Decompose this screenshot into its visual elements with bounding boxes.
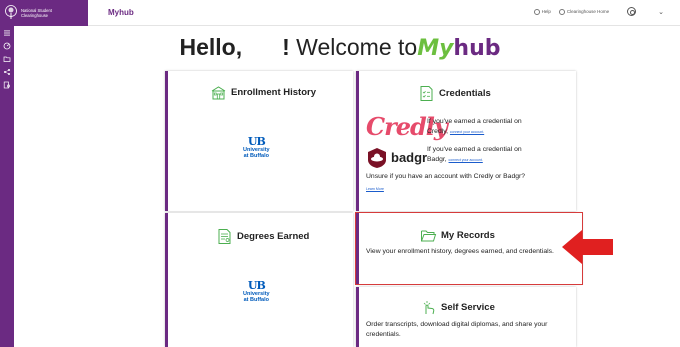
learn-more-link[interactable]: Learn More	[366, 187, 384, 191]
home-icon	[558, 8, 565, 15]
diploma-document-icon	[218, 229, 231, 244]
credly-description: If you've earned a credential on Credly,…	[427, 118, 522, 135]
clearinghouse-home-link[interactable]: Clearinghouse Home	[558, 8, 610, 15]
welcome-heading: Hello,! Welcome toMyhub	[0, 34, 680, 61]
badgr-connect-link[interactable]: connect your account.	[449, 158, 483, 162]
enrollment-history-title[interactable]: Enrollment History	[210, 84, 316, 101]
user-account-icon[interactable]	[627, 7, 637, 16]
badgr-logo: badgr	[391, 150, 428, 165]
app-title: Myhub	[108, 8, 134, 17]
brand-my: My	[417, 36, 454, 61]
share-icon[interactable]	[3, 68, 11, 76]
unsure-account-text: Unsure if you have an account with Credl…	[366, 173, 526, 180]
clearinghouse-home-label: Clearinghouse Home	[566, 9, 610, 14]
university-at-buffalo-logo: UB University at Buffalo	[243, 135, 270, 159]
hand-pointer-icon	[423, 301, 435, 315]
self-service-description: Order transcripts, download digital dipl…	[366, 321, 548, 338]
red-arrow-icon	[562, 230, 613, 264]
brand-hub: hub	[453, 36, 501, 61]
logo-line-2: Clearinghouse	[21, 13, 49, 18]
certificate-checklist-icon	[420, 86, 433, 101]
self-service-title[interactable]: Self Service	[420, 299, 495, 316]
credentials-title[interactable]: Credentials	[418, 85, 491, 102]
help-link[interactable]: Help	[533, 8, 551, 15]
degrees-earned-title[interactable]: Degrees Earned	[216, 228, 309, 245]
hello-text: Hello,	[179, 34, 243, 60]
tree-logo-icon	[5, 5, 17, 19]
highlight-box	[355, 212, 583, 285]
help-icon	[533, 8, 540, 15]
chevron-down-icon[interactable]: ⌄	[658, 8, 664, 16]
credly-connect-link[interactable]: connect your account.	[450, 130, 484, 134]
clearinghouse-logo[interactable]: National Student Clearinghouse	[0, 0, 88, 26]
badgr-icon	[368, 148, 386, 168]
help-label: Help	[541, 9, 551, 14]
university-at-buffalo-logo-2: UB University at Buffalo	[243, 279, 270, 303]
top-bar: National Student Clearinghouse Myhub Hel…	[0, 0, 680, 26]
document-search-icon[interactable]	[3, 81, 11, 89]
badgr-description: If you've earned a credential on Badgr, …	[427, 146, 522, 163]
sidebar	[0, 26, 14, 347]
welcome-text: Welcome to	[296, 34, 418, 60]
exclaim-text: !	[282, 34, 290, 60]
top-right-nav: Help Clearinghouse Home ⌄	[533, 7, 664, 16]
school-building-icon	[211, 86, 226, 100]
